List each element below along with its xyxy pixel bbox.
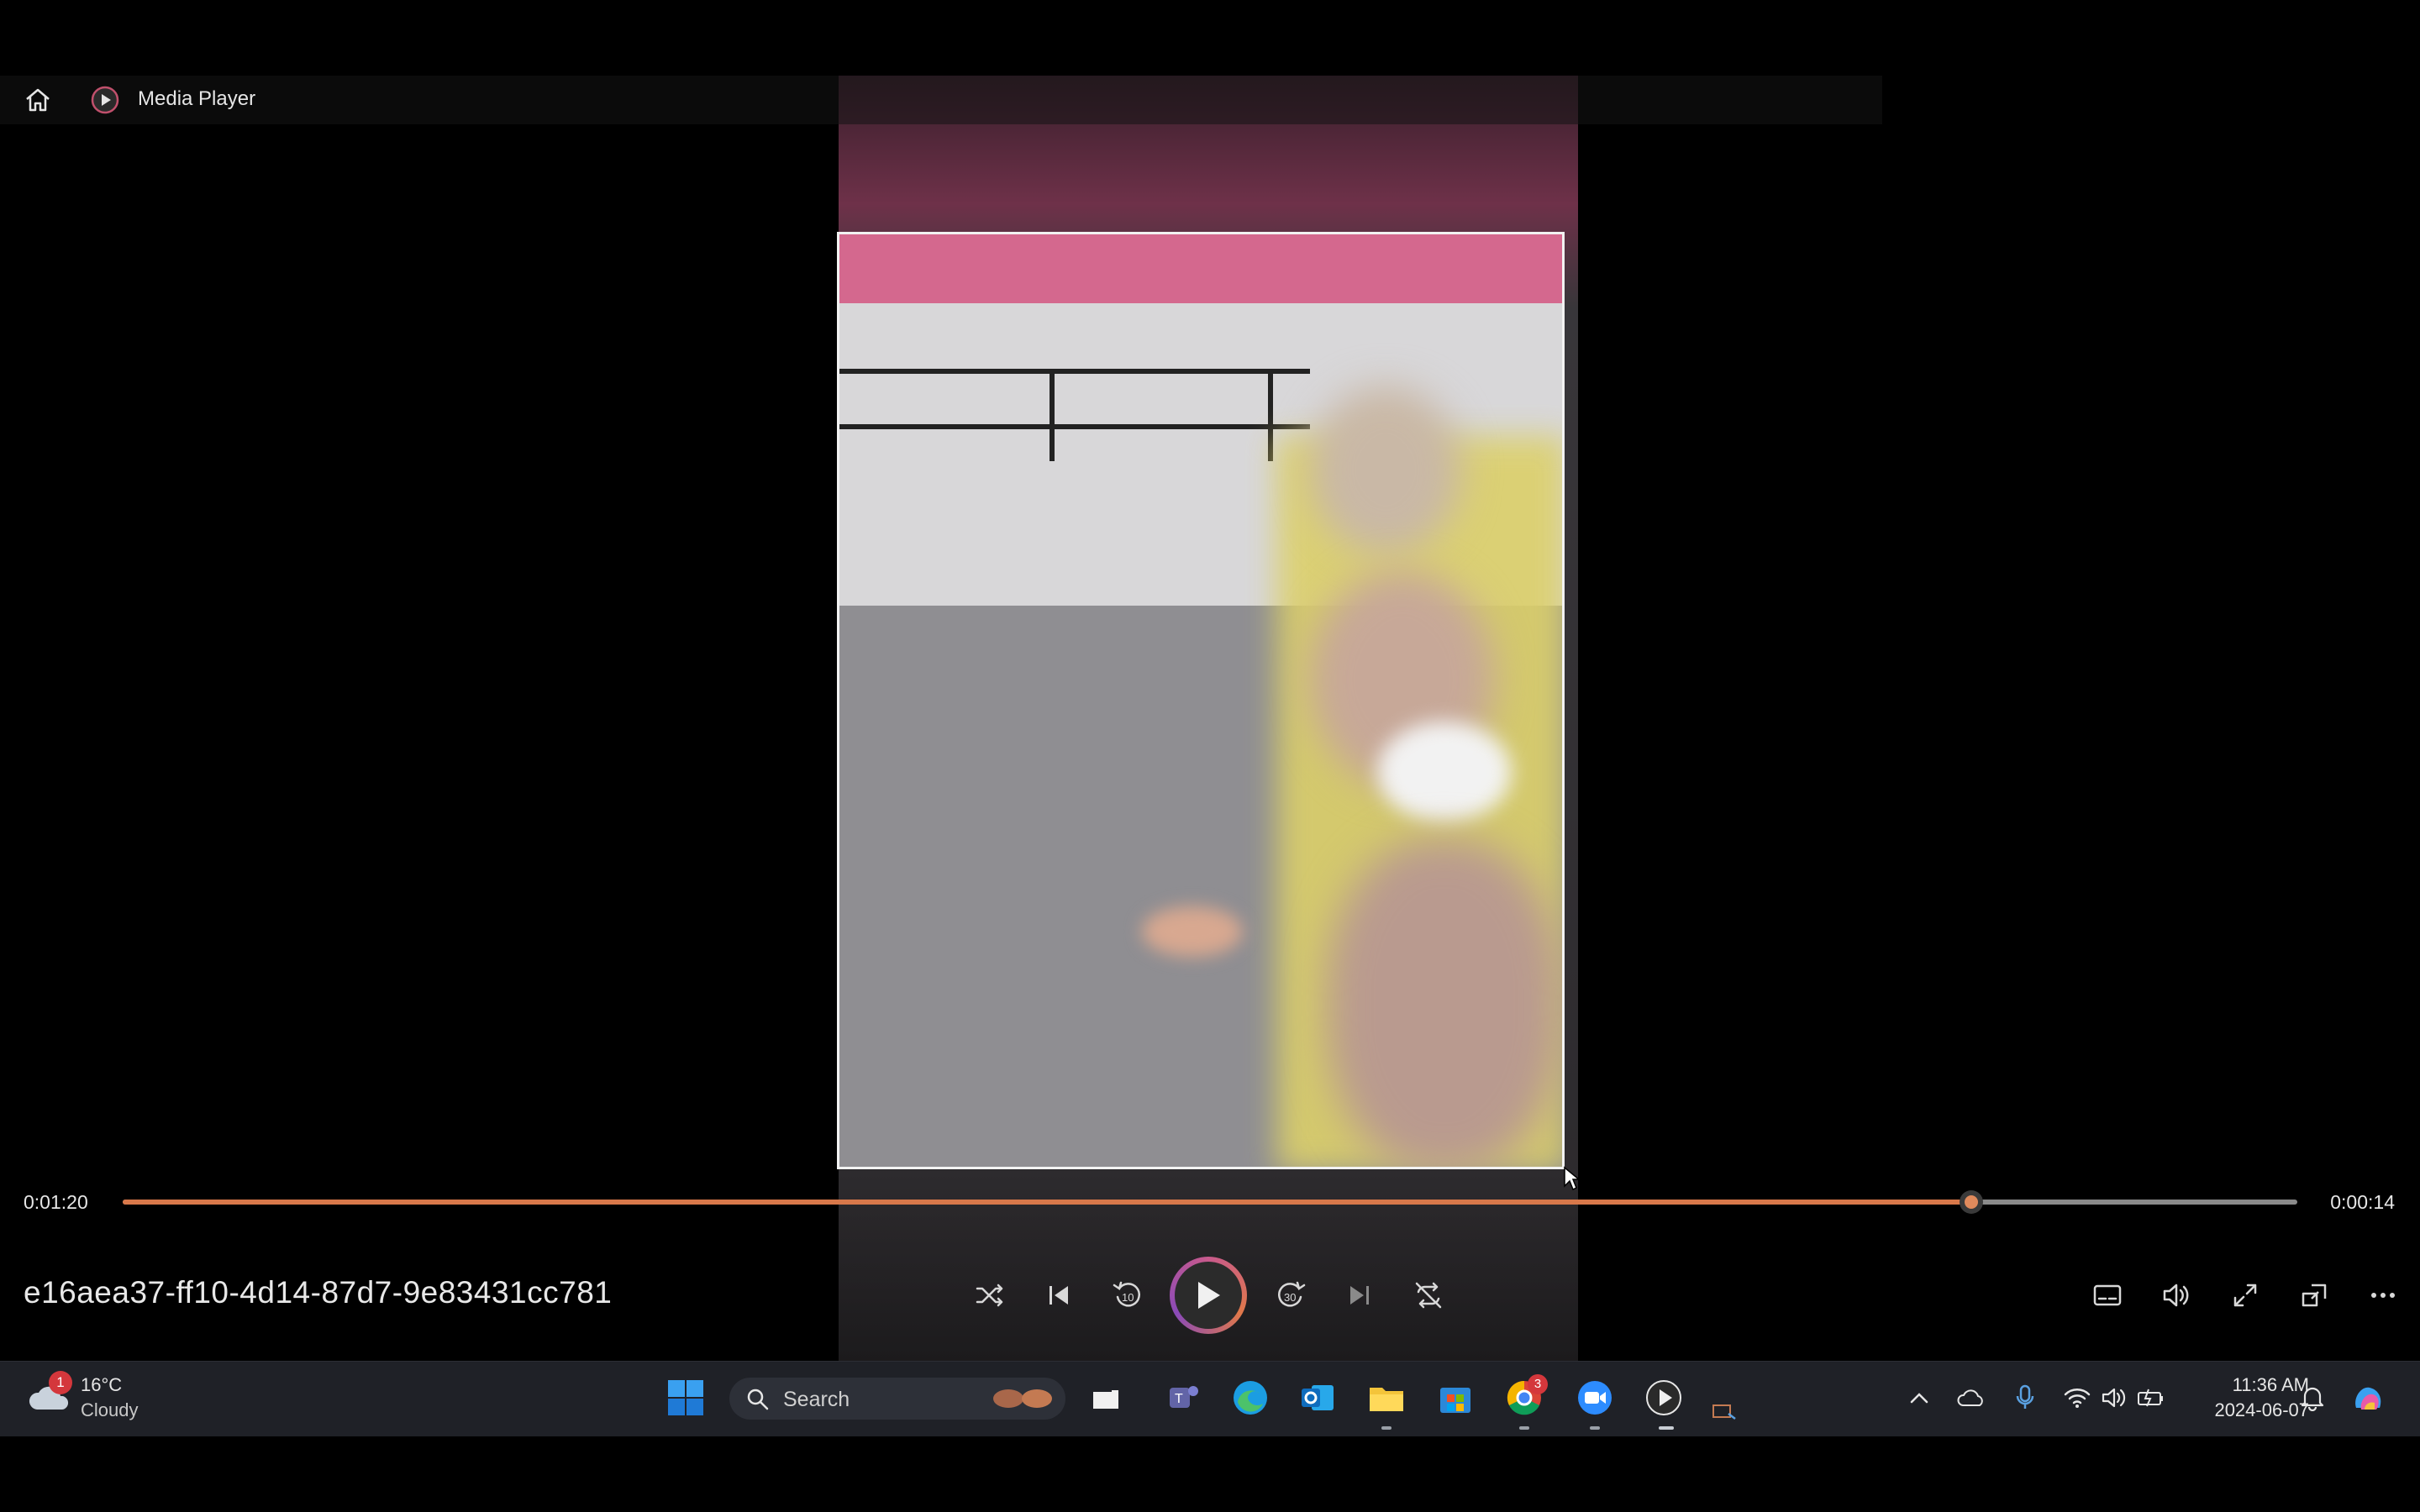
remaining-time: 0:00:14	[2330, 1191, 2395, 1213]
onedrive-button[interactable]	[1954, 1376, 1988, 1420]
edge-icon	[1234, 1381, 1267, 1415]
more-options-icon	[2371, 1293, 2395, 1298]
media-player-icon	[1646, 1380, 1681, 1415]
task-view-button[interactable]	[1084, 1376, 1128, 1420]
fullscreen-button[interactable]	[2222, 1272, 2269, 1319]
play-button[interactable]	[1170, 1257, 1247, 1334]
app-title: Media Player	[138, 87, 256, 110]
more-options-button[interactable]	[2360, 1272, 2407, 1319]
play-icon	[1198, 1282, 1220, 1309]
mini-player-icon	[2302, 1284, 2327, 1307]
task-view-icon	[1093, 1387, 1118, 1409]
svg-text:T: T	[1175, 1392, 1183, 1406]
next-button[interactable]	[1336, 1272, 1383, 1319]
battery-button[interactable]	[2134, 1376, 2168, 1420]
seek-bar[interactable]	[123, 1190, 2297, 1214]
teams-button[interactable]: T	[1161, 1376, 1205, 1420]
skip-forward-30-button[interactable]: 30	[1267, 1272, 1314, 1319]
microphone-icon	[2016, 1384, 2034, 1409]
store-icon	[1440, 1388, 1470, 1413]
snipping-tool-icon	[1712, 1404, 1736, 1420]
chrome-notification-badge: 3	[1528, 1374, 1548, 1394]
captions-icon	[2093, 1284, 2122, 1306]
running-indicator	[1590, 1426, 1600, 1430]
active-indicator	[1659, 1426, 1674, 1430]
outlook-icon	[1302, 1385, 1334, 1410]
seek-bar-progress	[123, 1200, 1971, 1205]
outlook-button[interactable]	[1296, 1376, 1339, 1420]
snipping-tool-button[interactable]	[1709, 1398, 1739, 1425]
svg-text:30: 30	[1284, 1291, 1296, 1304]
forward-30-icon: 30	[1278, 1281, 1306, 1307]
running-indicator	[1519, 1426, 1529, 1430]
folder-icon	[1370, 1388, 1403, 1411]
repeat-button[interactable]	[1405, 1272, 1452, 1319]
windows-start-icon	[668, 1380, 703, 1415]
zoom-button[interactable]	[1573, 1376, 1617, 1420]
seek-handle[interactable]	[1959, 1190, 1983, 1214]
volume-icon	[2163, 1284, 2189, 1307]
video-frame[interactable]	[837, 232, 1565, 1169]
microphone-button[interactable]	[2008, 1376, 2042, 1420]
zoom-icon	[1578, 1381, 1612, 1415]
edge-button[interactable]	[1228, 1376, 1272, 1420]
media-player-taskbar-button[interactable]	[1642, 1376, 1686, 1420]
speaker-icon	[2102, 1388, 2126, 1408]
elapsed-time: 0:01:20	[24, 1191, 88, 1213]
weather-alert-badge: 1	[49, 1371, 72, 1394]
start-button[interactable]	[664, 1376, 708, 1420]
network-button[interactable]	[2060, 1376, 2094, 1420]
search-label: Search	[783, 1388, 850, 1411]
wifi-icon	[2064, 1389, 2091, 1408]
weather-description: Cloudy	[81, 1399, 139, 1420]
mouse-cursor-icon	[1564, 1166, 1580, 1191]
clock-date[interactable]: 2024-06-07	[2186, 1399, 2309, 1421]
teams-icon: T	[1170, 1386, 1198, 1408]
volume-tray-button[interactable]	[2097, 1376, 2131, 1420]
captions-button[interactable]	[2084, 1272, 2131, 1319]
weather-temperature: 16°C	[81, 1374, 123, 1395]
media-filename: e16aea37-ff10-4d14-87d7-9e83431cc781	[24, 1275, 613, 1310]
previous-button[interactable]	[1035, 1272, 1082, 1319]
store-button[interactable]	[1434, 1376, 1477, 1420]
mini-player-button[interactable]	[2291, 1272, 2338, 1319]
copilot-button[interactable]	[2348, 1376, 2388, 1420]
taskbar	[0, 1361, 2420, 1436]
notifications-button[interactable]	[2296, 1376, 2329, 1420]
home-icon[interactable]	[24, 87, 52, 113]
media-player-icon	[91, 86, 119, 114]
replay-10-icon: 10	[1113, 1281, 1140, 1307]
file-explorer-button[interactable]	[1365, 1376, 1408, 1420]
volume-button[interactable]	[2153, 1272, 2200, 1319]
fullscreen-icon	[2233, 1284, 2257, 1307]
search-icon	[747, 1389, 769, 1410]
title-bar: Media Player	[0, 76, 1882, 124]
show-hidden-icons-button[interactable]	[1904, 1376, 1934, 1420]
next-track-icon	[1350, 1286, 1369, 1305]
previous-track-icon	[1050, 1286, 1068, 1305]
search-highlight-icon	[990, 1386, 1057, 1411]
clock-time[interactable]: 11:36 AM	[2208, 1374, 2309, 1396]
shuffle-icon	[976, 1284, 1003, 1307]
battery-icon	[2138, 1389, 2163, 1407]
running-indicator	[1381, 1426, 1392, 1430]
taskbar-search-box[interactable]: Search	[729, 1378, 1065, 1420]
onedrive-icon	[1957, 1389, 1983, 1406]
media-player-window: Media Player 0:01:20 0:00:14 e16aea37-ff…	[0, 0, 2420, 1436]
notification-bell-icon	[2301, 1387, 2324, 1411]
repeat-off-icon	[1415, 1282, 1442, 1309]
skip-back-10-button[interactable]: 10	[1104, 1272, 1151, 1319]
copilot-icon	[2355, 1387, 2381, 1410]
svg-text:10: 10	[1122, 1291, 1134, 1304]
chevron-up-icon	[1910, 1393, 1928, 1404]
shuffle-button[interactable]	[966, 1272, 1013, 1319]
